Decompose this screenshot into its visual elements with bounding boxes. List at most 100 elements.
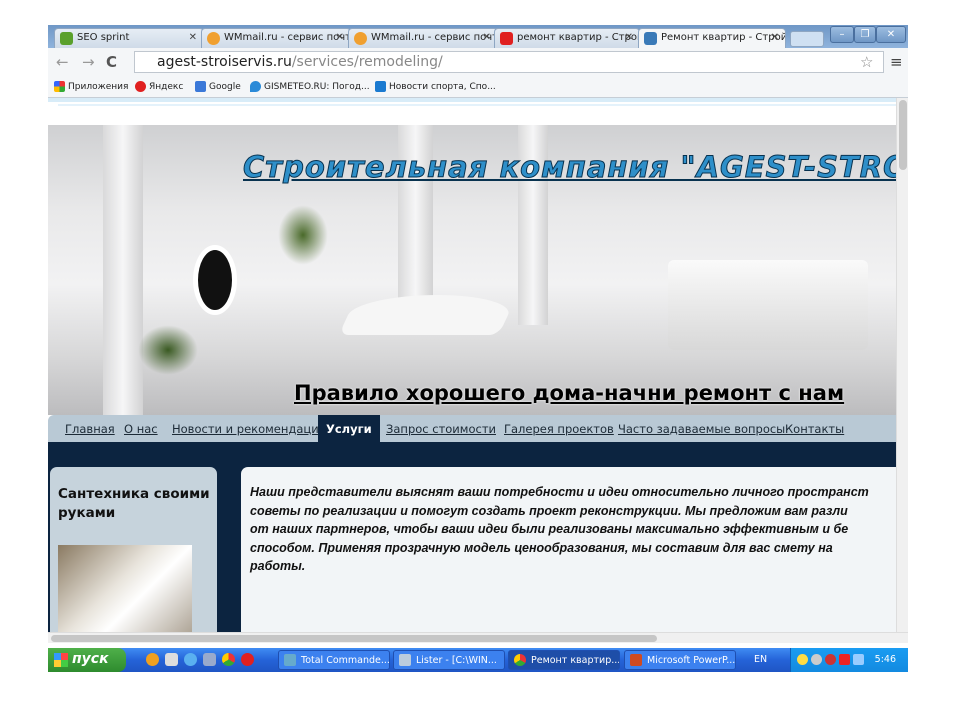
bookmark-gismeteo[interactable]: GISMETEO.RU: Погод... — [250, 81, 370, 92]
wmmail-icon — [354, 32, 367, 45]
yandex-icon — [500, 32, 513, 45]
menu-item-services[interactable]: Услуги — [318, 415, 380, 442]
menu-item-contacts[interactable]: Контакты — [785, 422, 844, 436]
taskbar-powerpoint[interactable]: Microsoft PowerP... — [624, 650, 736, 670]
taskbar: пуск Total Commande... Lister - [C:\WIN.… — [48, 648, 908, 672]
vertical-scrollbar[interactable] — [896, 98, 908, 633]
bookmark-yandex[interactable]: Яндекс — [135, 81, 183, 92]
minimize-button[interactable]: – — [830, 26, 854, 43]
tab-remont-active[interactable]: Ремонт квартир - Строй ✕ — [638, 28, 786, 48]
reload-icon[interactable]: C — [106, 53, 117, 71]
bookmark-label: Новости спорта, Спо... — [389, 81, 496, 92]
window-label: Ремонт квартир... — [531, 655, 620, 666]
close-icon[interactable]: ✕ — [189, 32, 197, 43]
main-content: Наши представители выяснят ваши потребно… — [241, 467, 896, 633]
forward-icon[interactable]: → — [82, 53, 95, 71]
site-title[interactable]: Строительная компания "AGEST-STRO — [243, 150, 896, 185]
chrome-icon[interactable] — [222, 653, 235, 666]
restore-button[interactable]: ❐ — [854, 26, 876, 43]
wmmail-icon — [207, 32, 220, 45]
address-bar[interactable]: agest-stroiservis.ru/services/remodeling… — [134, 51, 884, 73]
site-slogan: Правило хорошего дома-начни ремонт с нам — [294, 381, 845, 405]
bookmark-label: GISMETEO.RU: Погод... — [264, 81, 370, 92]
header-banner: Строительная компания "AGEST-STRO Правил… — [48, 125, 896, 415]
tab-wmmail-1[interactable]: WMmail.ru - сервис почт ✕ — [201, 28, 351, 48]
tab-yandex-search[interactable]: ремонт квартир - Строй ✕ — [494, 28, 640, 48]
close-icon[interactable]: ✕ — [771, 32, 779, 43]
toolbar: ← → C agest-stroiservis.ru/services/remo… — [48, 48, 908, 76]
chair-image — [338, 295, 518, 335]
back-icon[interactable]: ← — [56, 53, 69, 71]
url-domain: agest-stroiservis.ru — [157, 54, 292, 70]
yandex-browser-icon[interactable] — [241, 653, 254, 666]
yandex-icon — [135, 81, 146, 92]
tray-icon[interactable] — [797, 654, 808, 665]
menu-icon[interactable]: ≡ — [890, 53, 903, 71]
bookmarks-bar: Приложения Яндекс Google GISMETEO.RU: По… — [48, 76, 908, 98]
window-label: Microsoft PowerP... — [647, 655, 736, 666]
horizontal-scrollbar[interactable] — [48, 632, 908, 643]
language-indicator[interactable]: EN — [754, 654, 767, 665]
start-label: пуск — [72, 651, 109, 667]
url-path: /services/remodeling/ — [291, 54, 443, 70]
close-icon[interactable]: ✕ — [483, 32, 491, 43]
close-window-button[interactable]: ✕ — [876, 26, 906, 43]
ie-icon[interactable] — [184, 653, 197, 666]
tab-label: Ремонт квартир - Строй — [661, 32, 786, 43]
start-button[interactable]: пуск — [48, 648, 126, 672]
star-icon[interactable]: ☆ — [860, 53, 873, 71]
network-icon[interactable] — [853, 654, 864, 665]
sofa-image — [668, 260, 868, 350]
scroll-thumb[interactable] — [51, 635, 657, 642]
close-icon[interactable]: ✕ — [625, 32, 633, 43]
tab-label: SEO sprint — [77, 32, 130, 43]
menu-item-gallery[interactable]: Галерея проектов — [504, 422, 614, 436]
seosprint-icon — [60, 32, 73, 45]
menu-item-news[interactable]: Новости и рекомендации — [172, 422, 326, 436]
lister-icon — [399, 654, 411, 666]
avast-icon[interactable] — [146, 653, 159, 666]
menu-item-home[interactable]: Главная — [65, 422, 115, 436]
menu-item-price-request[interactable]: Запрос стоимости — [386, 422, 496, 436]
tab-seo-sprint[interactable]: SEO sprint ✕ — [54, 28, 204, 48]
top-strip — [48, 98, 896, 125]
google-icon — [195, 81, 206, 92]
sport-news-icon — [375, 81, 386, 92]
menu-item-faq[interactable]: Часто задаваемые вопросы — [618, 422, 785, 436]
taskbar-lister[interactable]: Lister - [C:\WIN... — [393, 650, 505, 670]
bookmark-label: Приложения — [68, 81, 129, 92]
bookmark-sport-news[interactable]: Новости спорта, Спо... — [375, 81, 496, 92]
scroll-thumb[interactable] — [899, 100, 907, 170]
menu-item-about[interactable]: О нас — [124, 422, 158, 436]
tab-label: WMmail.ru - сервис почт — [371, 32, 498, 43]
close-icon[interactable]: ✕ — [336, 32, 344, 43]
tab-wmmail-2[interactable]: WMmail.ru - сервис почт ✕ — [348, 28, 498, 48]
taskbar-chrome[interactable]: Ремонт квартир... — [508, 650, 620, 670]
bookmark-label: Google — [209, 81, 241, 92]
tab-bar: SEO sprint ✕ WMmail.ru - сервис почт ✕ WMm… — [48, 25, 908, 48]
window-label: Total Commande... — [301, 655, 390, 666]
desktop-icon[interactable] — [203, 653, 216, 666]
bookmark-apps[interactable]: Приложения — [54, 81, 128, 92]
tab-label: WMmail.ru - сервис почт — [224, 32, 351, 43]
plant-image — [278, 205, 328, 265]
window-label: Lister - [C:\WIN... — [416, 655, 497, 666]
app-icon[interactable] — [165, 653, 178, 666]
total-commander-icon — [284, 654, 296, 666]
powerpoint-icon — [630, 654, 642, 666]
new-tab-button[interactable] — [790, 31, 824, 47]
bookmark-google[interactable]: Google — [195, 81, 241, 92]
volume-icon[interactable] — [825, 654, 836, 665]
chrome-icon — [514, 654, 526, 666]
taskbar-total-commander[interactable]: Total Commande... — [278, 650, 390, 670]
tab-label: ремонт квартир - Строй — [517, 32, 640, 43]
kaspersky-icon[interactable] — [839, 654, 850, 665]
web-page: Строительная компания "AGEST-STRO Правил… — [48, 98, 896, 633]
site-icon — [644, 32, 657, 45]
content-text: Наши представители выяснят ваши потребно… — [250, 485, 869, 574]
apps-icon — [54, 81, 65, 92]
sidebar-title[interactable]: Сантехника своими руками — [58, 485, 213, 523]
windows-logo-icon — [54, 653, 68, 667]
tray-icon[interactable] — [811, 654, 822, 665]
sink-image[interactable] — [58, 545, 192, 633]
